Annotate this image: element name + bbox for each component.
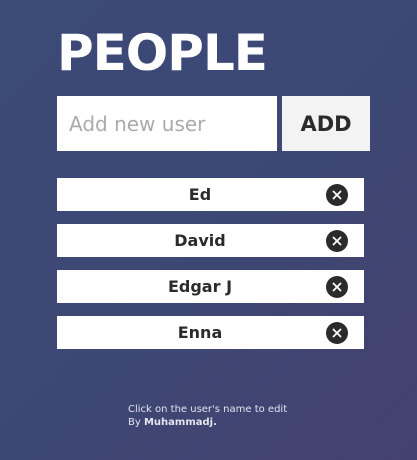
new-user-input[interactable]: [57, 96, 277, 151]
close-icon[interactable]: [326, 322, 348, 344]
credit: By Muhammadj.: [128, 416, 348, 429]
user-name[interactable]: David: [57, 224, 343, 257]
close-icon[interactable]: [326, 230, 348, 252]
edit-hint: Click on the user's name to edit: [128, 404, 288, 415]
page-title: PEOPLE: [57, 24, 268, 82]
footer: Click on the user's name to edit By Muha…: [128, 403, 348, 429]
close-icon[interactable]: [326, 184, 348, 206]
author-name: Muhammadj.: [143, 417, 217, 428]
credit-prefix: By: [128, 417, 144, 428]
list-item: Enna: [57, 316, 364, 349]
close-icon[interactable]: [326, 276, 348, 298]
add-user-button[interactable]: ADD: [282, 96, 370, 151]
user-list: Ed David Edgar J Enna: [57, 178, 364, 362]
user-name[interactable]: Enna: [57, 316, 343, 349]
list-item: Ed: [57, 178, 364, 211]
user-name[interactable]: Ed: [57, 178, 343, 211]
list-item: David: [57, 224, 364, 257]
user-name[interactable]: Edgar J: [57, 270, 343, 303]
list-item: Edgar J: [57, 270, 364, 303]
add-user-form: ADD: [57, 96, 370, 151]
